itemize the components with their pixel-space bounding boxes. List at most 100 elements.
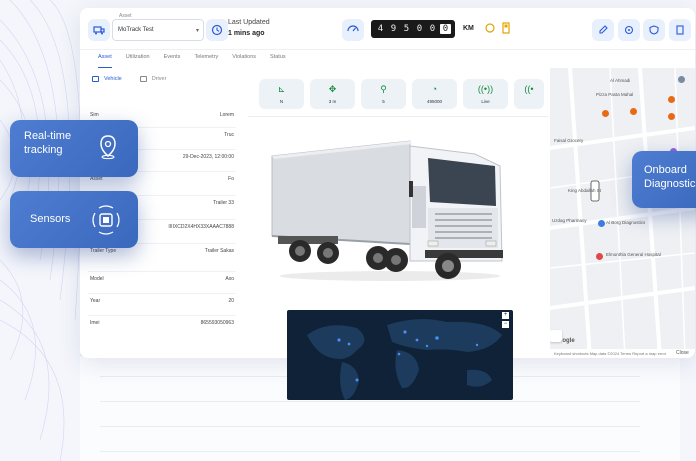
odometer-digit: 0 <box>429 24 436 34</box>
row-value: IIIIXCD2X4HX33XAAAC7888 <box>168 224 234 230</box>
asset-select-value: MoTrack Test <box>118 27 154 33</box>
map-marker[interactable] <box>598 220 605 227</box>
map-marker[interactable] <box>630 108 637 115</box>
map-marker[interactable] <box>678 76 685 83</box>
row-value: Fo <box>228 176 234 182</box>
driver-icon <box>139 76 147 82</box>
list-item: Model Axo <box>88 272 236 294</box>
weather-icon <box>485 23 495 33</box>
subtab-vehicle[interactable]: Vehicle <box>92 76 122 82</box>
engine-icon[interactable] <box>342 19 364 41</box>
marketing-canvas: Asset MoTrack Test ▾ Last Updated 1 mins… <box>0 0 696 461</box>
tab-violations[interactable]: Violations <box>232 54 256 68</box>
callout-onboard-diagnostics: Onboard Diagnostics <box>632 151 696 208</box>
zoom-out-button[interactable]: − <box>502 321 509 328</box>
tab-events[interactable]: Events <box>164 54 181 68</box>
street-map-roads <box>550 68 695 358</box>
close-link[interactable]: Close <box>676 350 689 356</box>
world-map[interactable]: + − <box>287 310 513 400</box>
clock-icon <box>206 19 228 41</box>
map-label: Pizza Pasta Mahal <box>596 92 634 97</box>
callout-label: Real-time tracking <box>24 130 72 156</box>
map-label: Faisal Grocery <box>554 138 584 143</box>
callout-label: Sensors <box>30 213 71 225</box>
vehicle-icon[interactable] <box>88 19 110 41</box>
row-value: Lorem <box>219 112 234 118</box>
row-key: Model <box>90 276 104 282</box>
satellite-icon: ⚲ <box>380 84 387 94</box>
chip-label: Live <box>481 99 490 104</box>
map-footer: Keyboard shortcuts Map data ©2024 Terms … <box>550 349 695 358</box>
map-label: King Abdallah St <box>568 188 602 193</box>
truck-image <box>271 140 503 281</box>
speedometer-icon: ◔ <box>431 84 438 94</box>
subtab-bar: Vehicle Driver <box>92 76 166 82</box>
row-value: Trailer Sakas <box>204 248 234 254</box>
callout-label: Onboard Diagnostics <box>644 164 696 190</box>
shield-icon[interactable] <box>643 19 665 41</box>
sensor-chip-signal[interactable]: ((•)) Live <box>463 79 508 109</box>
odometer-digit: 4 <box>377 24 384 34</box>
fuel-level-icon: ⊾ <box>277 84 286 94</box>
world-map-landmass <box>307 319 502 400</box>
asset-select-label: Asset <box>117 13 134 19</box>
settings-icon[interactable] <box>618 19 640 41</box>
row-value: 29-Dec-2023, 12:00:00 <box>182 154 234 160</box>
callout-sensors: Sensors <box>10 191 138 248</box>
odometer-digit: 0 <box>416 24 423 34</box>
subtab-driver[interactable]: Driver <box>139 76 166 82</box>
asset-select[interactable]: Asset MoTrack Test ▾ <box>112 13 204 41</box>
map-marker[interactable] <box>596 253 603 260</box>
callout-realtime-tracking: Real-time tracking <box>10 120 138 177</box>
odometer-digit: 0 <box>440 24 451 34</box>
row-value: Truc <box>224 132 234 138</box>
row-key: Imei <box>90 320 100 326</box>
map-label: Elmonthla General Hospital <box>606 252 661 257</box>
edit-icon[interactable] <box>592 19 614 41</box>
vehicle-icon <box>92 76 99 82</box>
chip-label: N <box>279 99 284 104</box>
row-key: Sim <box>90 112 99 118</box>
street-map[interactable]: Al Ahmadi Pizza Pasta Mahal Faisal Groce… <box>550 68 695 358</box>
list-item: Trailer Type Trailer Sakas <box>88 244 236 272</box>
chip-label: 3 m <box>328 99 337 104</box>
sensor-chip-fuel[interactable]: ⊾ N <box>259 79 304 109</box>
sensor-chip-gps[interactable]: ✥ 3 m <box>310 79 355 109</box>
sensor-chip-satellite[interactable]: ⚲ 5 <box>361 79 406 109</box>
location-pin-icon <box>100 135 116 160</box>
chip-label: 5 <box>382 99 385 104</box>
tab-asset[interactable]: Asset <box>98 54 112 68</box>
row-key: Year <box>90 298 101 304</box>
tab-telemetry[interactable]: Telemetry <box>194 54 218 68</box>
last-updated-label: Last Updated <box>228 19 270 26</box>
map-marker[interactable] <box>668 96 675 103</box>
map-fullscreen-button[interactable] <box>550 330 562 342</box>
row-key: Trailer Type <box>90 248 117 254</box>
broadcast-icon: ((• <box>524 84 534 94</box>
top-toolbar: Asset MoTrack Test ▾ Last Updated 1 mins… <box>80 8 695 50</box>
sensor-chip-odometer[interactable]: ◔ 495000 <box>412 79 457 109</box>
map-marker[interactable] <box>668 113 675 120</box>
odometer-digit: 9 <box>390 24 397 34</box>
map-label: Uzdag Pharmacy <box>552 218 587 223</box>
sensor-chip-row: ⊾ N ✥ 3 m ⚲ 5 ◔ 495000 ((•)) Live ((• <box>259 79 544 109</box>
list-item: Year 20 <box>88 294 236 316</box>
sensor-chip-broadcast[interactable]: ((• <box>514 79 544 109</box>
odometer: 4 9 5 0 0 0 <box>371 20 455 38</box>
row-value: Axo <box>225 276 234 282</box>
tab-utilization[interactable]: Utilization <box>126 54 150 68</box>
document-icon[interactable] <box>669 19 691 41</box>
asset-detail-window: Asset MoTrack Test ▾ Last Updated 1 mins… <box>80 8 695 358</box>
fuel-pump-icon <box>502 22 510 34</box>
zoom-in-button[interactable]: + <box>502 312 509 319</box>
tab-status[interactable]: Status <box>270 54 286 68</box>
odometer-unit: KM <box>463 25 474 32</box>
map-marker[interactable] <box>602 110 609 117</box>
gps-icon: ✥ <box>328 84 337 94</box>
row-value: Trailer 33 <box>213 200 234 206</box>
last-updated-value: 1 mins ago <box>228 30 265 37</box>
subtab-label: Vehicle <box>104 76 122 82</box>
divider <box>248 116 548 117</box>
map-label: Al Borg Diagnostics <box>606 220 646 225</box>
row-value: 865593050963 <box>200 320 234 326</box>
